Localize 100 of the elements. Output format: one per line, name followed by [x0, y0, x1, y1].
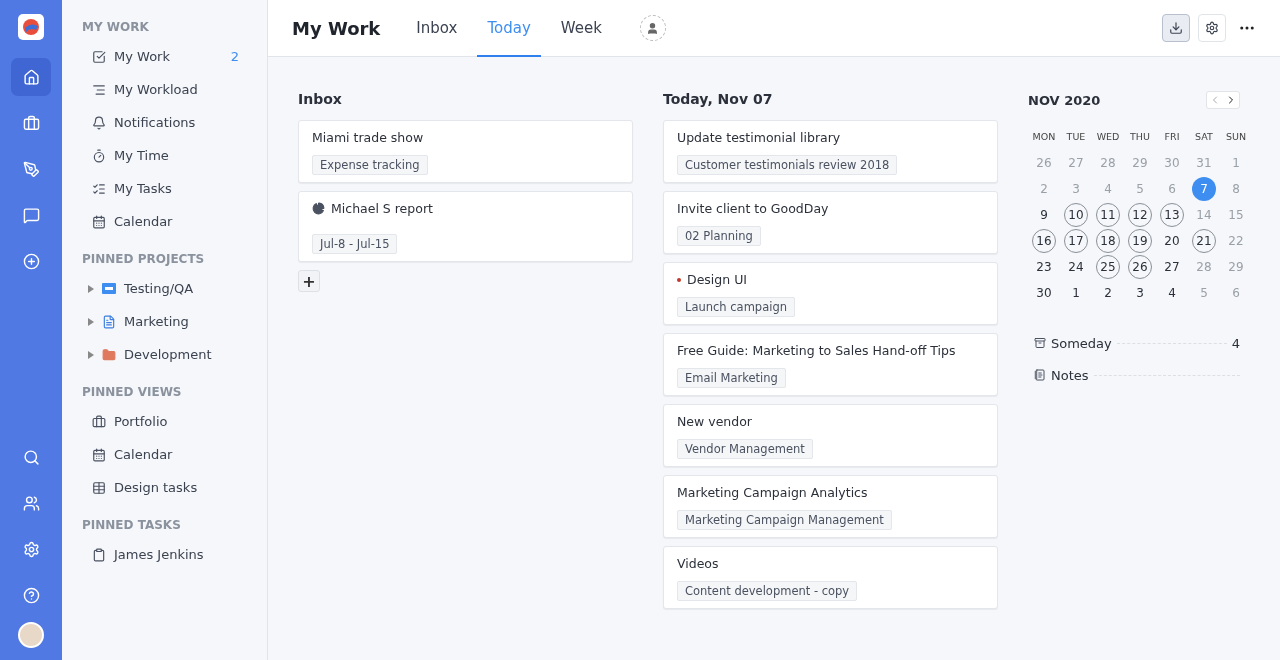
bell-icon [92, 115, 106, 130]
project-tag: Launch campaign [677, 297, 795, 317]
item-count: 2 [230, 49, 239, 64]
briefcase-icon [22, 114, 40, 132]
calendar-day[interactable]: 4 [1160, 281, 1184, 305]
settings-icon [1205, 21, 1219, 35]
task-card[interactable]: New vendor Vendor Management [663, 404, 998, 467]
task-card[interactable]: Invite client to GoodDay 02 Planning [663, 191, 998, 254]
notes-icon [1034, 369, 1046, 381]
person-icon [646, 21, 660, 35]
section-title: PINNED PROJECTS [82, 252, 206, 266]
sidebar-item[interactable]: Design tasks [82, 471, 267, 504]
tasks-icon [92, 181, 106, 196]
download-icon [1169, 21, 1183, 35]
task-title: New vendor [677, 414, 752, 429]
calendar-day[interactable]: 2 [1096, 281, 1120, 305]
pie-chart-icon [312, 202, 325, 215]
month-title: NOV 2020 [1028, 92, 1101, 108]
timer-icon [92, 148, 106, 163]
weekday-label: FRI [1164, 129, 1180, 144]
sidebar-item[interactable]: James Jenkins [82, 538, 267, 571]
calendar-day[interactable]: 23 [1032, 255, 1056, 279]
sidebar-item[interactable]: Calendar [82, 205, 267, 238]
add-icon [22, 252, 40, 270]
project-tag: 02 Planning [677, 226, 761, 246]
home-nav-button[interactable] [11, 58, 51, 96]
sidebar-item[interactable]: Development [82, 338, 267, 371]
list-count: 4 [1231, 335, 1240, 351]
sidebar-item[interactable]: Marketing [82, 305, 267, 338]
folder-icon [102, 347, 116, 362]
section-title: MY WORK [82, 20, 150, 34]
weekday-label: TUE [1066, 129, 1086, 144]
calendar-day[interactable]: 3 [1128, 281, 1152, 305]
project-tag: Expense tracking [312, 155, 428, 175]
sidebar-item[interactable]: Notifications [82, 106, 267, 139]
app-logo[interactable] [18, 14, 44, 40]
weekday-label: SUN [1225, 129, 1247, 144]
column-title: Inbox [298, 91, 343, 107]
section-title: PINNED VIEWS [82, 385, 183, 399]
calendar-day[interactable]: 1 [1064, 281, 1088, 305]
status-dot [677, 277, 681, 282]
sidebar-item[interactable]: My Tasks [82, 172, 267, 205]
table-icon [92, 480, 106, 495]
calendar-day[interactable]: 9 [1032, 203, 1056, 227]
sidebar-item[interactable]: My Workload [82, 73, 267, 106]
expand-triangle-icon[interactable] [88, 350, 94, 359]
sidebar-item[interactable]: Calendar [82, 438, 267, 471]
user-avatar[interactable] [18, 622, 44, 648]
task-card[interactable]: Design UI Launch campaign [663, 262, 998, 325]
settings-button[interactable] [1198, 14, 1226, 42]
workload-icon [92, 82, 106, 97]
sidebar-item[interactable]: Testing/QA [82, 272, 267, 305]
sidebar-item[interactable]: My Work 2 [82, 40, 267, 73]
project-tag: Jul-8 - Jul-15 [312, 234, 398, 254]
doc-icon [102, 314, 116, 329]
weekday-label: WED [1096, 129, 1120, 144]
task-title: Videos [677, 556, 719, 571]
archive-icon [1034, 337, 1046, 349]
search-icon [22, 448, 40, 466]
task-title: Michael S report [331, 201, 433, 216]
briefcase-icon [92, 414, 106, 429]
inbox-download-button[interactable] [1162, 14, 1190, 42]
weekday-label: THU [1130, 129, 1150, 144]
task-card[interactable]: Michael S report Jul-8 - Jul-15 [298, 191, 633, 262]
project-tag: Marketing Campaign Management [677, 510, 892, 530]
expand-triangle-icon[interactable] [88, 317, 94, 326]
clipboard-icon [92, 547, 106, 562]
task-card[interactable]: Videos Content development - copy [663, 546, 998, 609]
calendar-day[interactable]: 30 [1032, 281, 1056, 305]
project-tag: Content development - copy [677, 581, 858, 601]
add-task-button[interactable]: + [298, 270, 320, 292]
project-tag: Customer testimonials review 2018 [677, 155, 898, 175]
calendar-icon [92, 214, 106, 229]
users-icon [22, 494, 40, 512]
settings-icon [22, 540, 40, 558]
help-icon [22, 586, 40, 604]
section-title: PINNED TASKS [82, 518, 182, 532]
view-tab[interactable]: Inbox [406, 0, 468, 57]
task-card[interactable]: Marketing Campaign Analytics Marketing Campaign Management [663, 475, 998, 538]
calendar-day[interactable]: 24 [1064, 255, 1088, 279]
check-icon [92, 49, 106, 64]
view-tab[interactable]: Week [550, 0, 612, 57]
task-card[interactable]: Miami trade show Expense tracking [298, 120, 633, 183]
task-title: Free Guide: Marketing to Sales Hand-off Tips [677, 343, 956, 358]
list-label[interactable]: Someday [1051, 335, 1112, 351]
task-title: Update testimonial library [677, 130, 841, 145]
project-tag: Email Marketing [677, 368, 786, 388]
sidebar-item[interactable]: My Time [82, 139, 267, 172]
task-title: Invite client to GoodDay [677, 201, 829, 216]
weekday-label: SAT [1195, 129, 1213, 144]
task-title: Design UI [687, 272, 747, 287]
task-title: Marketing Campaign Analytics [677, 485, 868, 500]
sidebar-item[interactable]: Portfolio [82, 405, 267, 438]
list-label[interactable]: Notes [1051, 367, 1089, 383]
task-card[interactable]: Free Guide: Marketing to Sales Hand-off Tips Email Marketing [663, 333, 998, 396]
calendar-day[interactable]: 20 [1160, 229, 1184, 253]
task-card[interactable]: Update testimonial library Customer testimonials review 2018 [663, 120, 998, 183]
expand-triangle-icon[interactable] [88, 284, 94, 293]
chat-icon [22, 206, 40, 224]
calendar-day[interactable]: 27 [1160, 255, 1184, 279]
